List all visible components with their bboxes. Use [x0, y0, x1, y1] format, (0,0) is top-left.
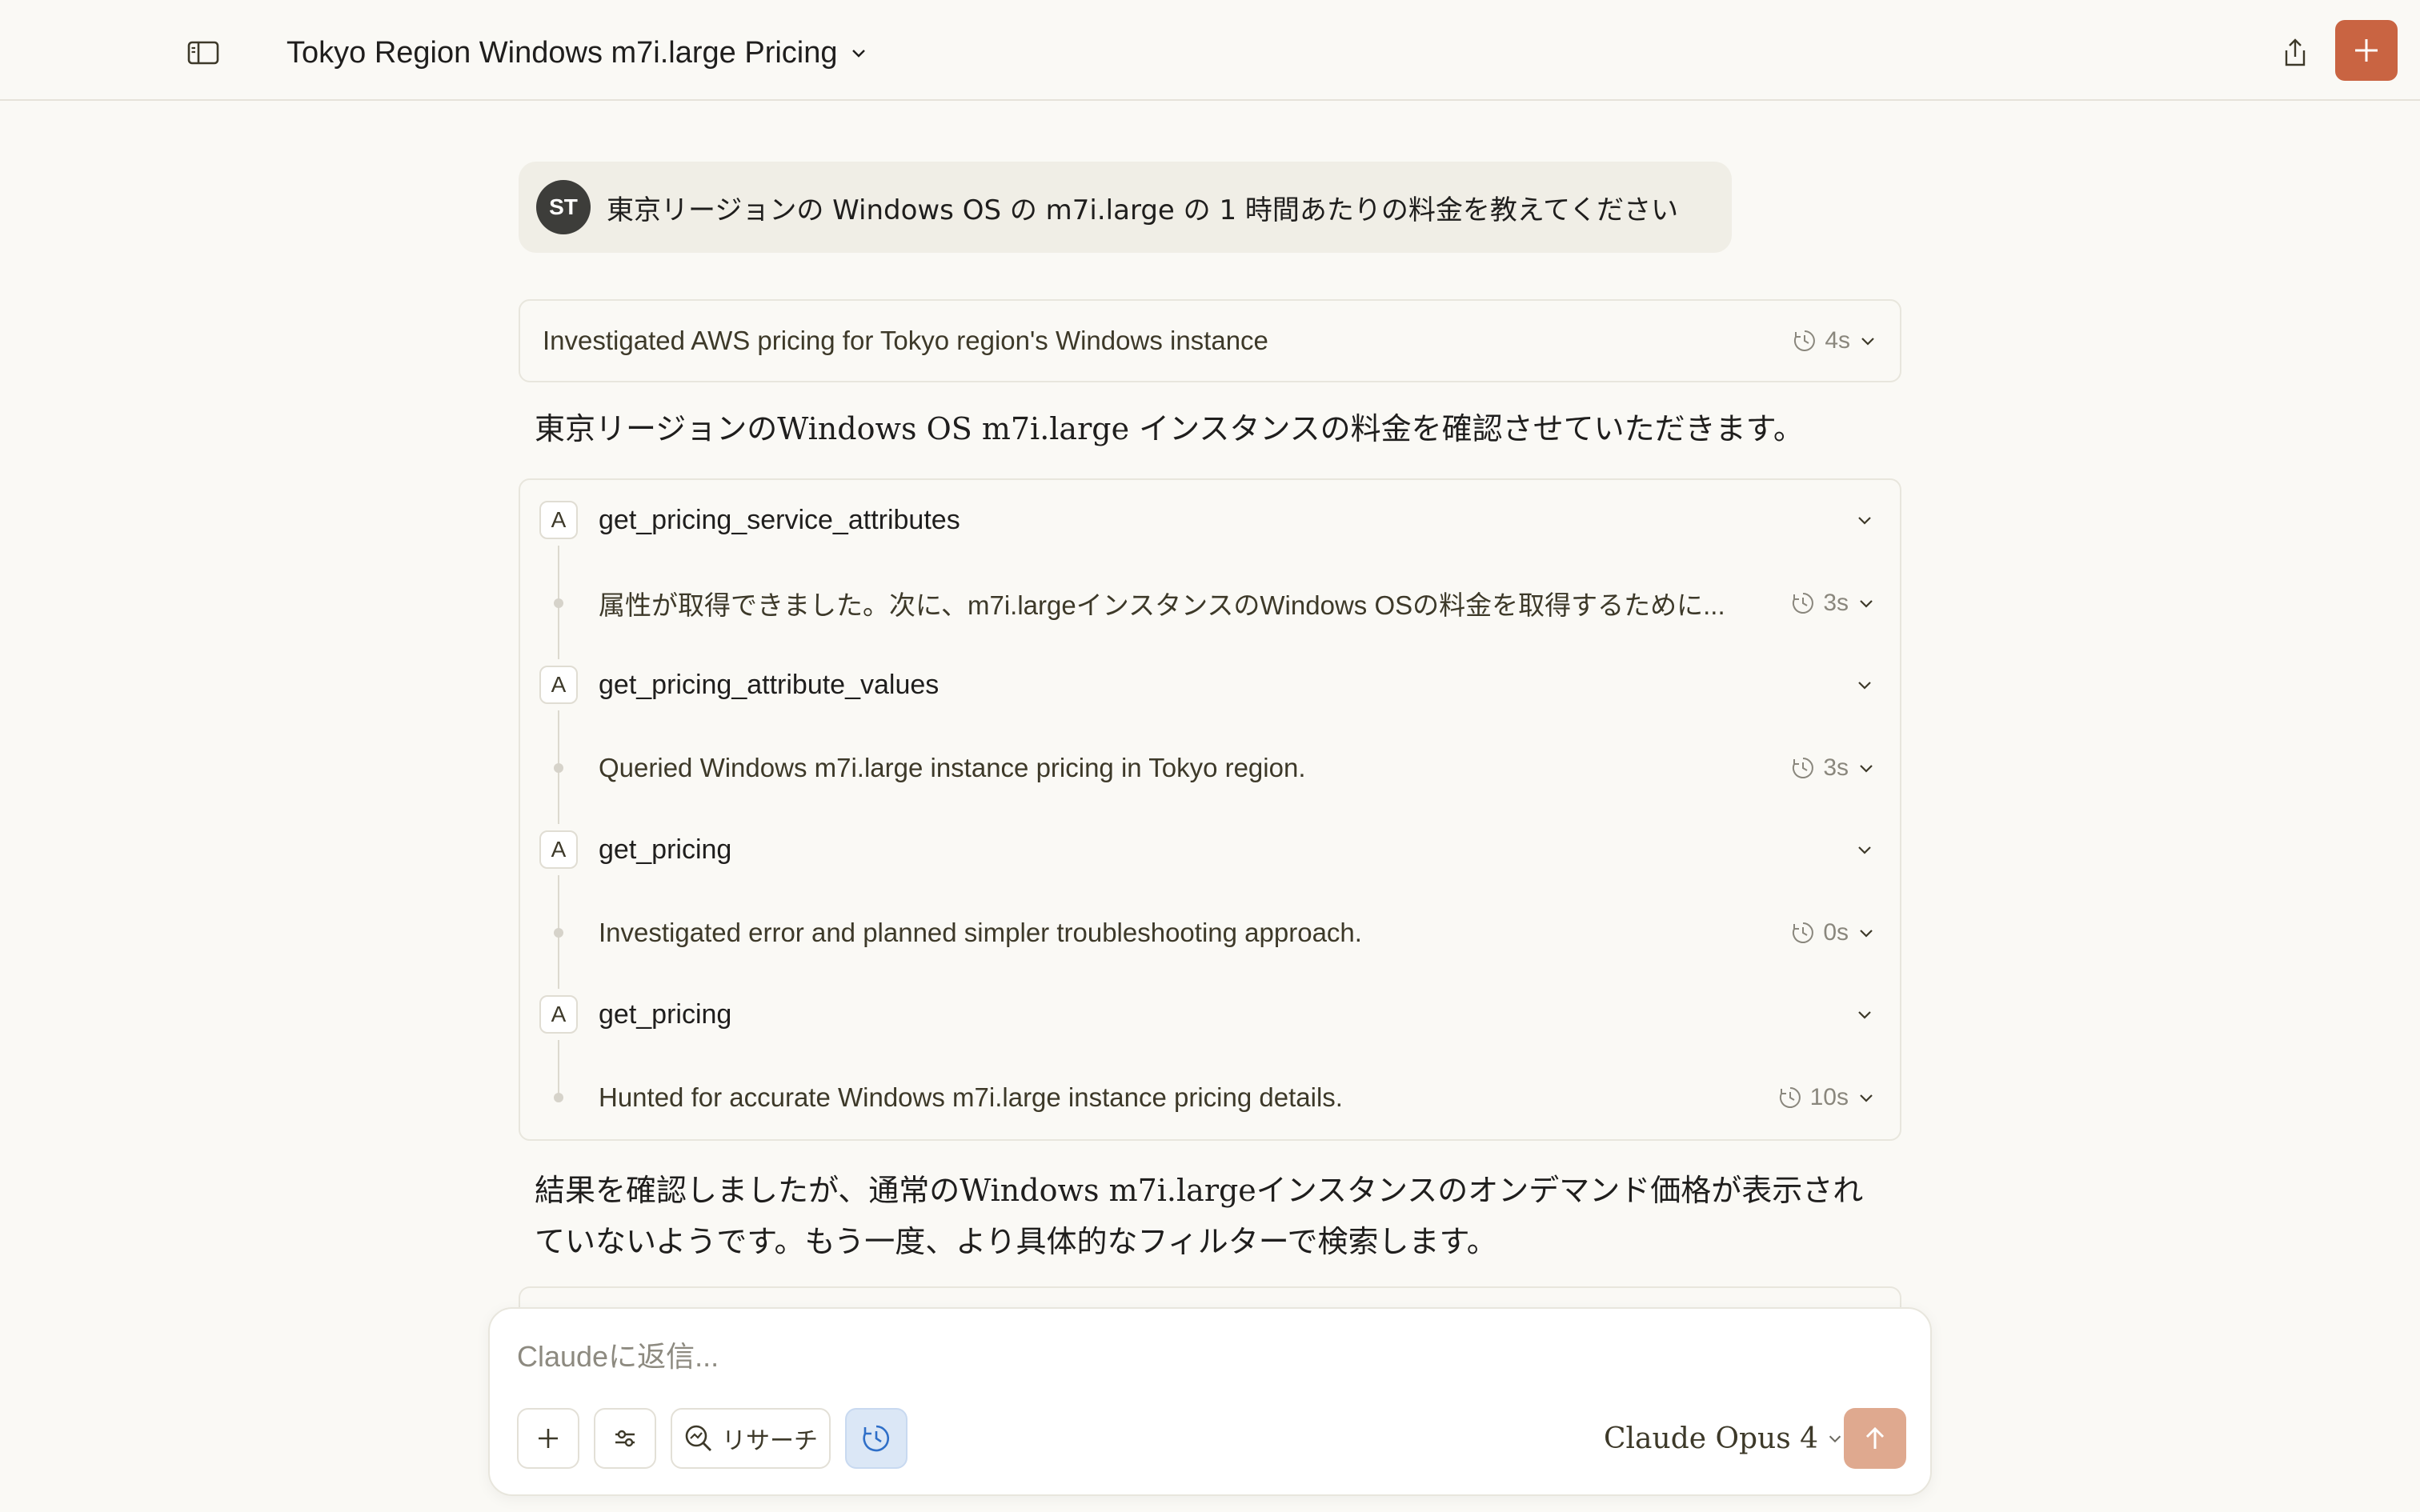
thinking-duration: 4s	[1825, 327, 1850, 354]
tool-calls-panel: A get_pricing_service_attributes 属性が取得でき…	[519, 478, 1901, 1141]
thinking-meta: 4s	[1793, 327, 1877, 354]
arrow-up-icon	[1865, 1426, 1885, 1449]
clock-icon	[1793, 593, 1814, 614]
step-meta: 3s	[1791, 590, 1876, 617]
user-message: ST 東京リージョンの Windows OS の m7i.large の 1 時…	[519, 162, 1732, 253]
tool-step-text: 属性が取得できました。次に、m7i.largeインスタンスのWindows OS…	[599, 590, 1725, 620]
clock-icon	[863, 1425, 890, 1452]
clock-icon	[1793, 922, 1814, 943]
tools-button[interactable]	[594, 1408, 656, 1469]
top-bar: Tokyo Region Windows m7i.large Pricing	[0, 0, 2420, 101]
chevron-down-icon	[1853, 1003, 1876, 1026]
model-name: Claude Opus 4	[1604, 1422, 1819, 1455]
step-meta: 3s	[1791, 754, 1876, 782]
model-selector[interactable]: Claude Opus 4	[1604, 1411, 1844, 1466]
result-line-1: 結果を確認しましたが、通常のWindows m7i.largeインスタンスのオン…	[535, 1173, 1864, 1208]
assistant-result-text: 結果を確認しましたが、通常のWindows m7i.largeインスタンスのオン…	[535, 1165, 1863, 1267]
tool-badge: A	[539, 995, 578, 1034]
new-chat-button[interactable]	[2335, 20, 2398, 81]
user-message-text: 東京リージョンの Windows OS の m7i.large の 1 時間あた…	[607, 194, 1679, 226]
tool-call-row[interactable]: A get_pricing	[520, 974, 1900, 1054]
tool-name: get_pricing_service_attributes	[599, 504, 960, 535]
tool-name: get_pricing	[599, 998, 732, 1030]
chat-title-dropdown[interactable]: Tokyo Region Windows m7i.large Pricing	[286, 29, 868, 77]
step-dot	[554, 763, 563, 773]
chevron-down-icon	[1861, 338, 1874, 346]
research-icon	[685, 1425, 711, 1451]
tool-call-row[interactable]: A get_pricing	[520, 810, 1900, 890]
tool-badge: A	[539, 830, 578, 869]
chat-title: Tokyo Region Windows m7i.large Pricing	[286, 35, 838, 70]
chevron-down-icon	[1853, 838, 1876, 861]
tool-step-row[interactable]: Queried Windows m7i.large instance prici…	[520, 728, 1900, 808]
chevron-down-icon	[1853, 674, 1876, 696]
chevron-down-icon	[1860, 600, 1873, 608]
step-dot	[554, 928, 563, 938]
sidebar-toggle-icon[interactable]	[181, 35, 226, 70]
chevron-down-icon	[1860, 930, 1873, 938]
tool-name: get_pricing	[599, 834, 732, 865]
thinking-summary[interactable]: Investigated AWS pricing for Tokyo regio…	[519, 299, 1901, 382]
avatar: ST	[536, 180, 591, 234]
share-button[interactable]	[2271, 30, 2319, 75]
assistant-intro-text: 東京リージョンのWindows OS m7i.large インスタンスの料金を確…	[535, 411, 1804, 446]
tool-name: get_pricing_attribute_values	[599, 669, 940, 700]
send-button[interactable]	[1844, 1408, 1906, 1469]
clock-icon	[1794, 330, 1816, 351]
sliders-icon	[615, 1430, 635, 1447]
chevron-down-icon	[1829, 1435, 1841, 1443]
result-line-2: ていないようです。もう一度、より具体的なフィルターで検索します。	[535, 1224, 1497, 1259]
tool-call-row[interactable]: A get_pricing_service_attributes	[520, 480, 1900, 560]
tool-call-row[interactable]: A get_pricing_attribute_values	[520, 645, 1900, 725]
tool-step-text: Investigated error and planned simpler t…	[599, 918, 1362, 947]
step-duration: 3s	[1823, 590, 1849, 616]
step-meta: 0s	[1791, 919, 1876, 946]
step-meta: 10s	[1778, 1084, 1876, 1111]
thinking-text: Investigated AWS pricing for Tokyo regio…	[543, 326, 1268, 355]
tool-step-row[interactable]: Investigated error and planned simpler t…	[520, 893, 1900, 973]
research-button[interactable]: リサーチ	[671, 1408, 831, 1469]
step-duration: 3s	[1823, 754, 1849, 781]
clock-icon	[1779, 1087, 1801, 1108]
tool-badge: A	[539, 666, 578, 704]
tool-badge: A	[539, 501, 578, 539]
tool-step-text: Hunted for accurate Windows m7i.large in…	[599, 1082, 1343, 1112]
tool-step-row[interactable]: 属性が取得できました。次に、m7i.largeインスタンスのWindows OS…	[520, 563, 1900, 643]
step-dot	[554, 598, 563, 608]
chevron-down-icon	[1860, 1094, 1873, 1102]
chevron-down-icon	[1860, 765, 1873, 773]
tool-step-row[interactable]: Hunted for accurate Windows m7i.large in…	[520, 1058, 1900, 1138]
attach-button[interactable]	[517, 1408, 579, 1469]
step-dot	[554, 1093, 563, 1102]
reply-input[interactable]	[517, 1333, 1877, 1381]
step-duration: 0s	[1823, 919, 1849, 946]
clock-icon	[1793, 758, 1814, 778]
plus-icon	[539, 1429, 558, 1448]
composer: リサーチ Claude Opus 4	[488, 1307, 1932, 1496]
extended-thinking-toggle[interactable]	[845, 1408, 908, 1469]
tool-step-text: Queried Windows m7i.large instance prici…	[599, 753, 1306, 782]
step-duration: 10s	[1809, 1084, 1849, 1110]
chevron-down-icon	[851, 50, 865, 58]
chevron-down-icon	[1853, 509, 1876, 531]
share-icon	[2285, 38, 2306, 66]
plus-icon	[2355, 39, 2378, 62]
research-label: リサーチ	[722, 1427, 818, 1455]
